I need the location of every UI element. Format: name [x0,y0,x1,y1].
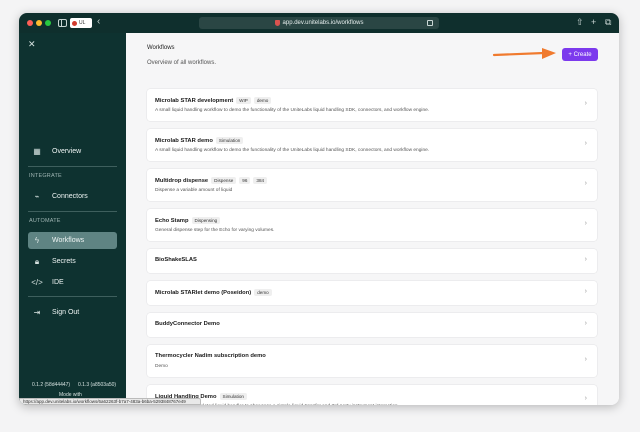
workflow-card-header: Microlab STAR development WIP demo [155,97,272,104]
chevron-right-icon: › [584,180,587,187]
workflow-tag: Simulation [215,137,244,144]
chevron-right-icon: › [584,220,587,227]
create-button-label: + Create [568,51,592,58]
workflow-tag: 384 [253,177,268,184]
workflow-tag: demo [253,97,272,104]
workflow-title: Microlab STARlet demo (Poseidon) [155,289,252,296]
workflow-title: Echo Stamp [155,217,189,224]
profile-flag-icon [72,20,77,26]
sign-out-icon: ⇥ [33,308,41,317]
section-label-integrate: INTEGRATE [29,173,62,179]
sidebar-item-connectors[interactable]: ⌁ Connectors [28,188,117,205]
sidebar-item-label: Connectors [52,193,88,200]
chevron-right-icon: › [584,100,587,107]
sidebar-toggle-icon[interactable] [58,19,67,27]
page-title: Workflows [147,45,175,51]
workflow-description: Dispense a variable amount of liquid [155,188,233,193]
chevron-right-icon: › [584,356,587,363]
workflow-title: BuddyConnector Demo [155,321,220,327]
workflow-card[interactable]: Liquid Handling DemoSimulationA workflow… [147,385,597,405]
workflow-card[interactable]: Echo Stamp Dispensing General dispense ste… [147,209,597,241]
lock-icon: 🔒︎ [34,256,40,266]
divider [28,296,117,297]
workflow-card-header: Microlab STAR demo Simulation [155,137,244,144]
workflow-card[interactable]: Microlab STARlet demo (Poseidon) demo › [147,281,597,305]
workflow-tag: Simulation [219,393,247,400]
workflow-card-header: Echo Stamp Dispensing [155,217,221,224]
workflow-description: A small liquid handling workflow to demo… [155,148,430,153]
close-icon[interactable]: ✕ [28,39,36,50]
new-tab-icon[interactable]: + [591,17,596,28]
workflow-description: Demo [155,364,168,369]
workflow-card-header: Thermocycler Nadim subscription demo [155,353,266,359]
divider [28,166,117,167]
workflow-card[interactable]: Microlab STAR development WIP demo A small … [147,89,597,121]
workflow-description: A small liquid handling workflow to demo… [155,108,430,113]
workflow-title: Multidrop dispense [155,177,209,184]
workflow-card[interactable]: Microlab STAR demo Simulation A small liqu… [147,129,597,161]
arrow-annotation-icon [492,48,556,59]
main-content: Workflows Overview of all workflows. + C… [126,33,619,405]
workflow-card[interactable]: BioShakeSLAS › [147,249,597,273]
browser-toolbar: UL ‹ app.dev.unitelabs.io/workflows ⇧ + … [19,13,619,33]
sidebar-item-workflows[interactable]: ϟ Workflows [28,232,117,249]
profile-chip[interactable]: UL [70,18,92,28]
workflow-tag: 96 [239,177,251,184]
workflow-title: Thermocycler Nadim subscription demo [155,353,266,359]
plug-icon: ⌁ [34,192,40,201]
workflow-tag: WIP [236,97,251,104]
workflow-description: General dispense step for the Echo for v… [155,228,275,233]
version-right: 0.1.3 (a8503a50) [78,382,117,388]
workflow-card[interactable]: Multidrop dispense Dispense 96 384 Dispense … [147,169,597,201]
code-icon: </> [31,278,43,287]
workflow-card-header: BuddyConnector Demo [155,321,220,327]
sidebar-item-label: Workflows [52,237,85,244]
app-sidebar: ✕ ▦ Overview INTEGRATE ⌁ Connectors AUTO… [19,33,126,405]
grid-icon: ▦ [33,147,41,156]
back-arrow-icon[interactable]: ‹ [97,16,100,28]
create-button[interactable]: + Create [562,48,598,61]
close-window-button[interactable] [27,20,33,26]
share-icon[interactable]: ⇧ [576,17,584,28]
sidebar-item-label: Overview [52,148,82,155]
section-label-automate: AUTOMATE [29,218,61,224]
address-bar[interactable]: app.dev.unitelabs.io/workflows [199,17,439,29]
chevron-right-icon: › [584,320,587,327]
url-text: app.dev.unitelabs.io/workflows [282,20,364,26]
workflow-card[interactable]: BuddyConnector Demo › [147,313,597,337]
workflow-tag: Dispense [211,177,237,184]
sidebar-item-sign-out[interactable]: ⇥ Sign Out [28,304,117,321]
page-subtitle: Overview of all workflows. [147,60,217,66]
chevron-right-icon: › [584,395,587,402]
workflow-card-header: BioShakeSLAS [155,257,197,263]
workflow-title: Microlab STAR demo [155,137,213,144]
zoom-window-button[interactable] [45,20,51,26]
sidebar-item-label: IDE [52,279,64,286]
workflow-title: BioShakeSLAS [155,257,197,263]
workflow-tag: demo [254,289,272,296]
chevron-right-icon: › [584,140,587,147]
sidebar-item-ide[interactable]: </> IDE [28,274,117,291]
sidebar-item-overview[interactable]: ▦ Overview [28,143,117,160]
profile-label: UL [79,20,86,26]
reader-icon[interactable] [427,20,433,26]
version-left: 0.1.2 (58d44447) [32,382,71,388]
workflow-tag: Dispensing [191,217,221,224]
sidebar-item-label: Sign Out [52,309,80,316]
chevron-right-icon: › [584,256,587,263]
sidebar-item-secrets[interactable]: 🔒︎ Secrets [28,253,117,270]
lightning-icon: ϟ [34,236,40,245]
browser-window: UL ‹ app.dev.unitelabs.io/workflows ⇧ + … [19,13,619,405]
workflow-card[interactable]: Thermocycler Nadim subscription demo Demo… [147,345,597,377]
shield-icon [274,20,280,26]
chevron-right-icon: › [584,288,587,295]
divider [28,211,117,212]
workflow-title: Microlab STAR development [155,97,234,104]
workflow-card-header: Microlab STARlet demo (Poseidon) demo [155,289,272,296]
tabs-overview-icon[interactable]: ⧉ [605,17,611,28]
sidebar-item-label: Secrets [52,258,76,265]
status-bar-url: https://app.dev.unitelabs.io/workflows/6… [19,398,201,405]
workflow-card-header: Multidrop dispense Dispense 96 384 [155,177,268,184]
minimize-window-button[interactable] [36,20,42,26]
